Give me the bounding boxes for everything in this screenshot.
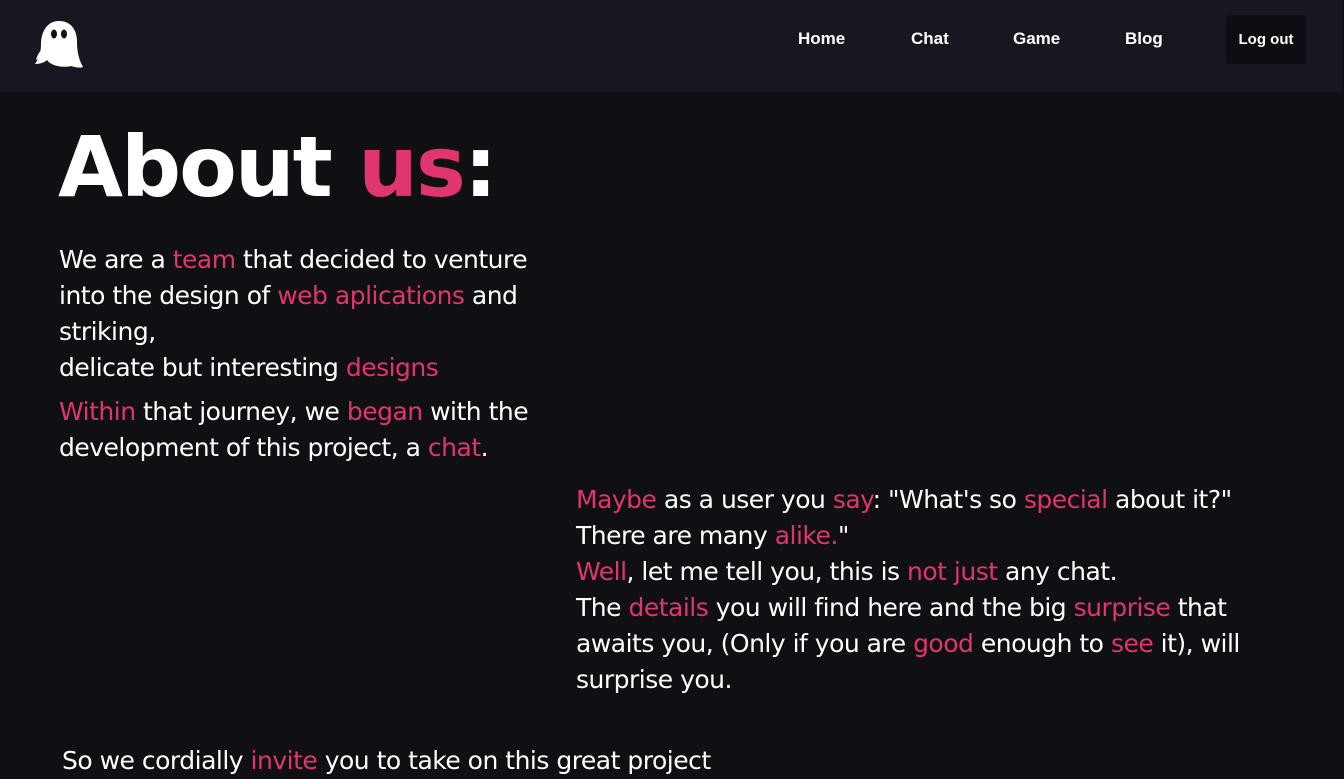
intro-line-2: into the design of web aplications and — [59, 278, 527, 314]
text: enough to — [973, 629, 1111, 658]
special-paragraph: Maybe as a user you say: "What's so spec… — [576, 482, 1240, 698]
text: you will find here and the big — [708, 593, 1074, 622]
highlight-see: see — [1110, 629, 1154, 658]
ghost-logo-icon[interactable] — [33, 18, 85, 70]
text: There are many — [576, 521, 775, 550]
nav-blog-link[interactable]: Blog — [1125, 29, 1163, 49]
highlight-special: special — [1023, 485, 1108, 514]
journey-line-1: Within that journey, we began with the — [59, 394, 529, 430]
text: . — [480, 433, 489, 462]
intro-line-3: striking, — [59, 317, 156, 346]
text: that decided to venture — [235, 245, 528, 274]
text: into the design of — [59, 281, 278, 310]
special-line-6: surprise you. — [576, 665, 732, 694]
highlight-good: good — [913, 629, 974, 658]
footer-partial-paragraph: So we cordially invite you to take on th… — [62, 743, 711, 779]
highlight-say: say — [832, 485, 873, 514]
text: that journey, we — [135, 397, 347, 426]
highlight-not-just: not just — [907, 557, 998, 586]
footer-line-1: So we cordially invite you to take on th… — [62, 743, 711, 779]
intro-line-1: We are a team that decided to venture — [59, 242, 528, 278]
special-line-1: Maybe as a user you say: "What's so spec… — [576, 482, 1240, 518]
text: So we cordially — [62, 746, 251, 775]
text: : "What's so — [872, 485, 1024, 514]
highlight-alike: alike. — [774, 521, 839, 550]
text: We are a — [59, 245, 173, 274]
intro-line-4: delicate but interesting designs — [59, 350, 527, 386]
highlight-details: details — [628, 593, 709, 622]
special-line-2: There are many alike." — [576, 518, 1240, 554]
navbar: Home Chat Game Blog Log out — [0, 0, 1342, 92]
text: " — [837, 521, 850, 550]
text: you to take on this great project — [317, 746, 711, 775]
highlight-within: Within — [59, 397, 136, 426]
text: any chat. — [997, 557, 1118, 586]
text: and — [464, 281, 518, 310]
journey-paragraph: Within that journey, we began with the d… — [59, 394, 529, 466]
special-line-3: Well, let me tell you, this is not just … — [576, 554, 1240, 590]
highlight-team: team — [172, 245, 236, 274]
highlight-surprise: surprise — [1073, 593, 1171, 622]
special-line-4: The details you will find here and the b… — [576, 590, 1240, 626]
special-line-5: awaits you, (Only if you are good enough… — [576, 626, 1240, 662]
nav-home-link[interactable]: Home — [798, 29, 845, 49]
text: that — [1170, 593, 1227, 622]
text: with the — [422, 397, 529, 426]
page-title: About us: — [58, 112, 498, 222]
text: about it?" — [1107, 485, 1232, 514]
highlight-designs: designs — [345, 353, 439, 382]
text: , let me tell you, this is — [626, 557, 908, 586]
text: development of this project, a — [59, 433, 428, 462]
nav-game-link[interactable]: Game — [1013, 29, 1060, 49]
highlight-chat: chat — [427, 433, 481, 462]
intro-paragraph: We are a team that decided to venture in… — [59, 242, 528, 386]
title-word-us: us — [358, 118, 466, 216]
logout-button[interactable]: Log out — [1226, 15, 1306, 64]
title-word-about: About — [58, 118, 333, 216]
title-colon: : — [463, 118, 498, 216]
text: it), will — [1153, 629, 1241, 658]
text: as a user you — [656, 485, 833, 514]
text: awaits you, (Only if you are — [576, 629, 914, 658]
highlight-web-aplications: web aplications — [277, 281, 465, 310]
text: delicate but interesting — [59, 353, 346, 382]
nav-chat-link[interactable]: Chat — [911, 29, 949, 49]
highlight-maybe: Maybe — [576, 485, 657, 514]
journey-line-2: development of this project, a chat. — [59, 430, 528, 466]
text: The — [576, 593, 629, 622]
highlight-invite: invite — [250, 746, 318, 775]
highlight-began: began — [346, 397, 423, 426]
highlight-well: Well — [576, 557, 627, 586]
